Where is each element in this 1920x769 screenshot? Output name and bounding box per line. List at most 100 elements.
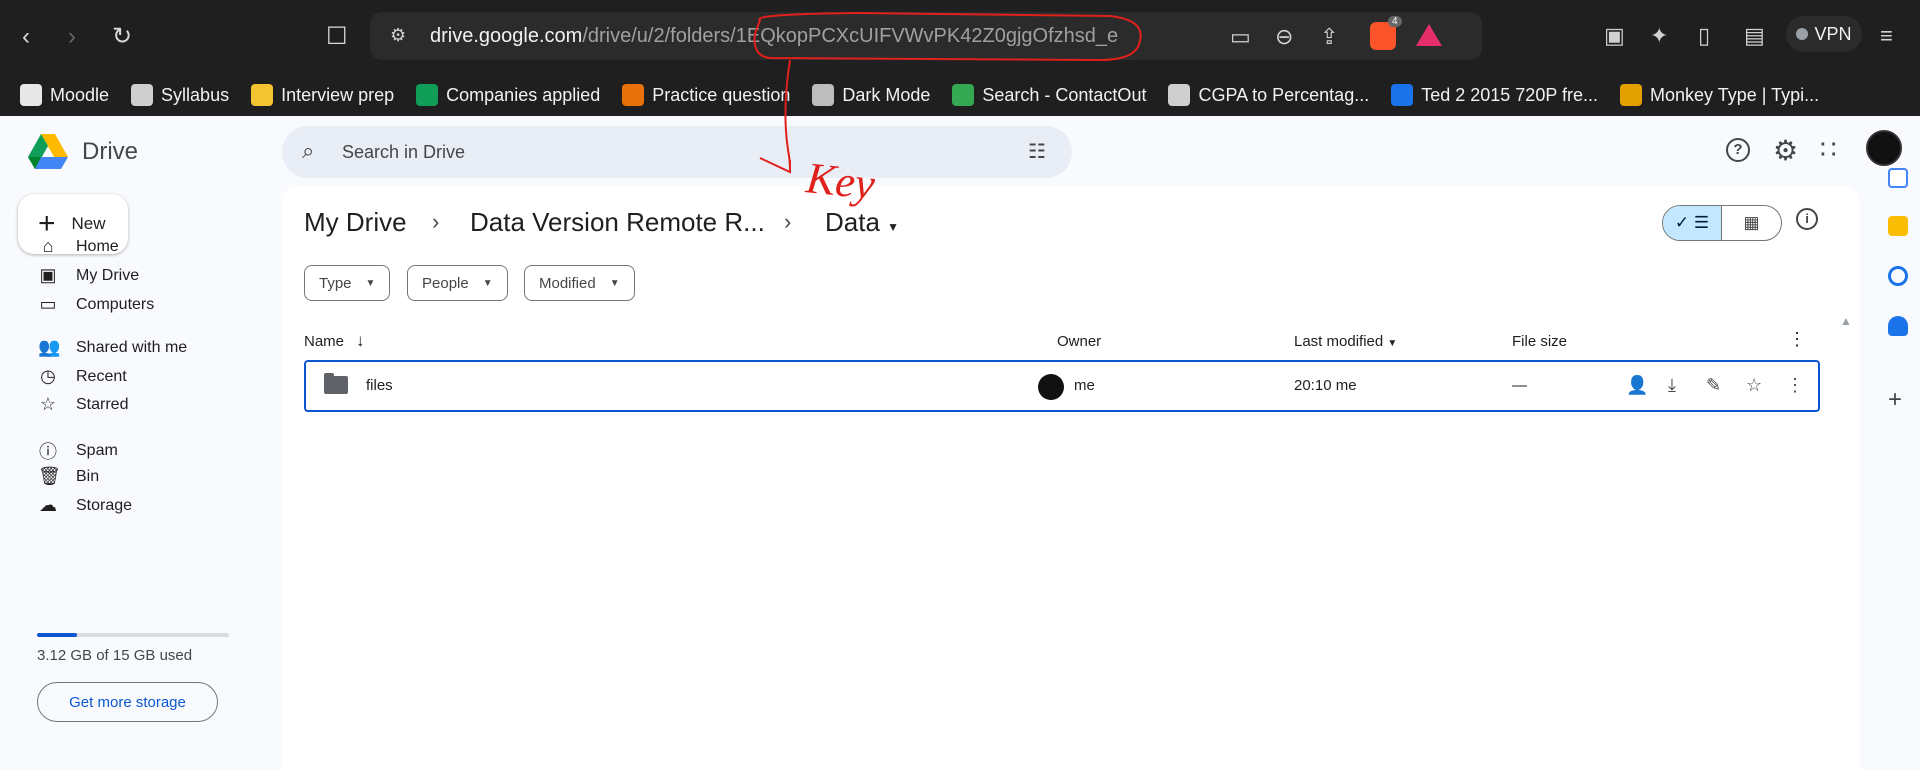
search-options-icon[interactable]: ☷ [1028,139,1046,164]
bookmark-favicon-icon [812,84,835,106]
grid-view-button[interactable]: ▦ [1722,206,1781,240]
column-header-last-modified[interactable]: Last modified ▼ [1294,333,1397,350]
download-icon[interactable]: ⤓ [1668,375,1676,396]
settings-icon[interactable]: ⚙ [1773,134,1798,167]
breadcrumb-my-drive[interactable]: My Drive [304,207,407,238]
bookmark-item[interactable]: Companies applied [416,84,600,106]
sidebar-icon[interactable]: ▯ [1698,23,1710,49]
sidebar-item-label: Starred [76,395,129,413]
home-icon: ⌂ [42,236,54,256]
bin-icon: 🗑 [38,466,61,486]
help-icon[interactable]: ? [1726,138,1750,162]
vpn-label: VPN [1814,23,1852,44]
bookmark-item[interactable]: Monkey Type | Typi... [1620,84,1819,106]
table-row[interactable]: files me 20:10 me — 👤 ⤓ ✎ ☆ ⋮ [304,360,1820,412]
last-modified-value: 20:10 me [1294,377,1357,394]
side-panel-rail: + [1872,116,1920,769]
cast-icon[interactable]: ▭ [1230,24,1251,50]
zoom-icon[interactable]: ⊖ [1275,24,1293,50]
column-header-name[interactable]: Name [304,333,344,350]
new-button-label: New [71,214,106,233]
bookmark-item[interactable]: Interview prep [251,84,394,106]
bookmark-item[interactable]: Practice question [622,84,790,106]
sidebar-item-home[interactable]: ⌂ Home [38,236,119,257]
get-more-storage-button[interactable]: Get more storage [37,682,218,722]
caret-down-icon: ▼ [1387,338,1398,349]
tasks-icon[interactable] [1888,266,1908,286]
search-box[interactable]: ⌕ Search in Drive ☷ [282,126,1072,178]
column-header-owner: Owner [1057,333,1102,350]
breadcrumb-parent-folder[interactable]: Data Version Remote R... [470,207,765,238]
share-icon[interactable]: ⇪ [1320,24,1338,50]
scroll-up-icon[interactable]: ▲ [1840,314,1852,328]
bookmark-item[interactable]: Search - ContactOut [952,84,1146,106]
vpn-button[interactable]: VPN [1786,16,1862,52]
sidebar-item-starred[interactable]: ☆ Starred [38,394,129,415]
view-toggle[interactable]: ✓ ☰ ▦ [1662,205,1782,241]
share-person-icon[interactable]: 👤 [1626,375,1648,396]
tab-search-icon[interactable]: ▣ [1604,23,1625,49]
drive-logo-icon [28,134,68,169]
contacts-icon[interactable] [1888,316,1908,336]
star-icon[interactable]: ☆ [1746,375,1762,396]
menu-icon[interactable]: ≡ [1880,23,1893,49]
sidebar-item-label: Bin [76,467,100,485]
calendar-icon[interactable] [1888,168,1908,188]
bookmark-favicon-icon [1620,84,1643,106]
sort-arrow-icon[interactable]: ↓ [356,331,365,351]
more-vert-icon[interactable]: ⋮ [1788,329,1806,350]
search-input[interactable]: Search in Drive [342,142,465,163]
drive-logo-text: Drive [82,138,139,165]
chevron-right-icon: › [784,209,792,234]
address-bar[interactable]: ⚙ drive.google.com/drive/u/2/folders/1EQ… [370,12,1482,60]
file-name[interactable]: files [366,377,393,394]
reload-icon[interactable]: ↻ [112,22,132,52]
file-size-value: — [1512,377,1527,394]
sidebar-item-spam[interactable]: ⓘ Spam [38,438,118,464]
search-icon[interactable]: ⌕ [302,138,314,164]
add-addon-icon[interactable]: + [1888,386,1902,414]
bookmark-item[interactable]: Moodle [20,84,109,106]
filter-type[interactable]: Type ▼ [304,265,391,301]
sidebar-item-label: My Drive [76,266,140,284]
bookmarks-bar: Moodle Syllabus Interview prep Companies ap… [0,74,1920,116]
sidebar-item-label: Shared with me [76,338,188,356]
extensions-icon[interactable]: ✦ [1650,23,1668,49]
bookmark-icon[interactable]: ☐ [326,22,348,52]
sidebar-item-computers[interactable]: ▭ Computers [38,294,154,315]
drive-app: Drive ⌕ Search in Drive ☷ ? ⚙ ∷ + New ⌂ H… [0,116,1920,769]
bookmark-item[interactable]: Ted 2 2015 720P fre... [1391,84,1598,106]
site-settings-icon[interactable]: ⚙ [390,25,406,46]
list-view-button[interactable]: ✓ ☰ [1663,206,1723,240]
bookmark-favicon-icon [416,84,439,106]
filter-modified[interactable]: Modified ▼ [524,265,635,301]
bookmark-item[interactable]: Syllabus [131,84,229,106]
sidebar-item-my-drive[interactable]: ▣ My Drive [38,265,139,286]
back-icon[interactable]: ‹ [22,22,30,52]
sidebar-item-recent[interactable]: ◷ Recent [38,366,127,387]
my-drive-icon: ▣ [39,265,57,285]
caret-down-icon: ▼ [365,277,376,289]
info-icon[interactable]: i [1796,208,1818,230]
vpn-status-icon [1796,28,1809,40]
wallet-icon[interactable]: ▤ [1744,23,1765,49]
sidebar-item-bin[interactable]: 🗑 Bin [38,466,99,487]
bookmark-item[interactable]: Dark Mode [812,84,930,106]
drive-logo[interactable]: Drive [28,134,138,170]
filter-people[interactable]: People ▼ [407,265,508,301]
bookmark-label: Monkey Type | Typi... [1650,84,1820,105]
storage-meter-fill [37,633,77,637]
apps-grid-icon[interactable]: ∷ [1820,134,1837,165]
rename-icon[interactable]: ✎ [1706,375,1721,396]
sidebar-item-label: Computers [76,295,155,313]
bookmark-favicon-icon [20,84,42,106]
more-vert-icon[interactable]: ⋮ [1786,375,1804,396]
bookmark-item[interactable]: CGPA to Percentag... [1168,84,1369,106]
brave-rewards-icon[interactable] [1416,24,1442,46]
breadcrumb-current-folder[interactable]: Data ▼ [825,207,899,238]
forward-icon[interactable]: › [68,22,76,52]
keep-icon[interactable] [1888,216,1908,236]
brave-badge: 4 [1388,16,1402,27]
sidebar-item-shared-with-me[interactable]: 👥 Shared with me [38,337,187,358]
sidebar-item-storage[interactable]: ☁ Storage [38,495,132,516]
